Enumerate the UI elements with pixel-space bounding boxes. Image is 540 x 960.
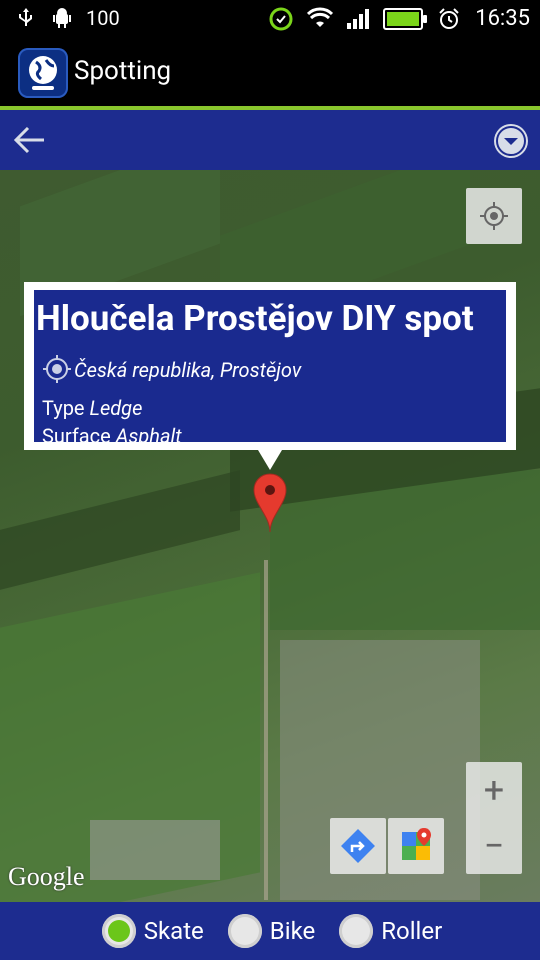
status-bar: 100 16:35 bbox=[0, 0, 540, 40]
radio-bike-label[interactable]: Bike bbox=[270, 917, 315, 945]
location-icon bbox=[40, 352, 74, 390]
filter-bar: Skate Bike Roller bbox=[0, 902, 540, 960]
google-attribution: Google bbox=[8, 862, 85, 891]
road bbox=[264, 560, 268, 900]
radio-skate[interactable] bbox=[101, 914, 136, 948]
zoom-controls: + − bbox=[466, 762, 522, 874]
spot-surface-value: Asphalt bbox=[115, 424, 182, 448]
signal-icon bbox=[345, 7, 370, 31]
zoom-out-button[interactable]: − bbox=[466, 818, 522, 874]
satellite-map[interactable]: + − Google bbox=[0, 170, 540, 902]
zoom-in-button[interactable]: + bbox=[466, 762, 522, 818]
back-button[interactable] bbox=[8, 120, 52, 160]
usb-icon bbox=[14, 6, 38, 30]
my-location-button[interactable] bbox=[466, 188, 522, 244]
directions-button[interactable] bbox=[330, 818, 386, 874]
app-bar: Spotting bbox=[0, 40, 540, 110]
radio-roller-label[interactable]: Roller bbox=[381, 917, 442, 945]
alarm-icon bbox=[437, 7, 461, 31]
chevron-down-icon bbox=[496, 126, 526, 156]
directions-icon bbox=[341, 829, 375, 863]
dropdown-button[interactable] bbox=[494, 124, 528, 158]
spot-type: Type Ledge bbox=[42, 396, 142, 420]
back-arrow-icon bbox=[13, 126, 44, 154]
map-marker[interactable] bbox=[252, 472, 288, 534]
status-time: 16:35 bbox=[475, 6, 530, 31]
spot-info-window[interactable]: Hloučela Prostějov DIY spot Česká republ… bbox=[24, 282, 516, 450]
spot-surface: Surface Asphalt bbox=[42, 424, 182, 448]
radio-roller[interactable] bbox=[339, 914, 374, 948]
spot-type-value: Ledge bbox=[89, 396, 143, 420]
map-pin-icon bbox=[253, 473, 287, 533]
radio-skate-label[interactable]: Skate bbox=[144, 917, 204, 945]
town-area bbox=[90, 820, 220, 880]
tree-line bbox=[0, 470, 240, 590]
android-icon bbox=[50, 6, 74, 30]
battery-icon bbox=[383, 7, 428, 30]
spot-title: Hloučela Prostějov DIY spot bbox=[36, 298, 474, 339]
google-maps-icon bbox=[402, 828, 431, 860]
app-logo-icon[interactable] bbox=[18, 48, 68, 98]
wifi-icon bbox=[307, 7, 334, 31]
spot-location: Česká republika, Prostějov bbox=[74, 358, 302, 382]
sync-icon bbox=[269, 7, 293, 31]
battery-percent: 100 bbox=[86, 6, 120, 30]
spot-surface-label: Surface bbox=[42, 424, 111, 448]
app-title: Spotting bbox=[74, 56, 172, 86]
spot-info-content: Hloučela Prostějov DIY spot Česká republ… bbox=[34, 290, 506, 448]
info-window-pointer bbox=[258, 450, 282, 470]
action-bar bbox=[0, 110, 540, 170]
open-in-maps-button[interactable] bbox=[388, 818, 444, 874]
crosshair-icon bbox=[480, 202, 508, 230]
radio-bike[interactable] bbox=[227, 914, 262, 948]
spot-type-label: Type bbox=[42, 396, 85, 420]
